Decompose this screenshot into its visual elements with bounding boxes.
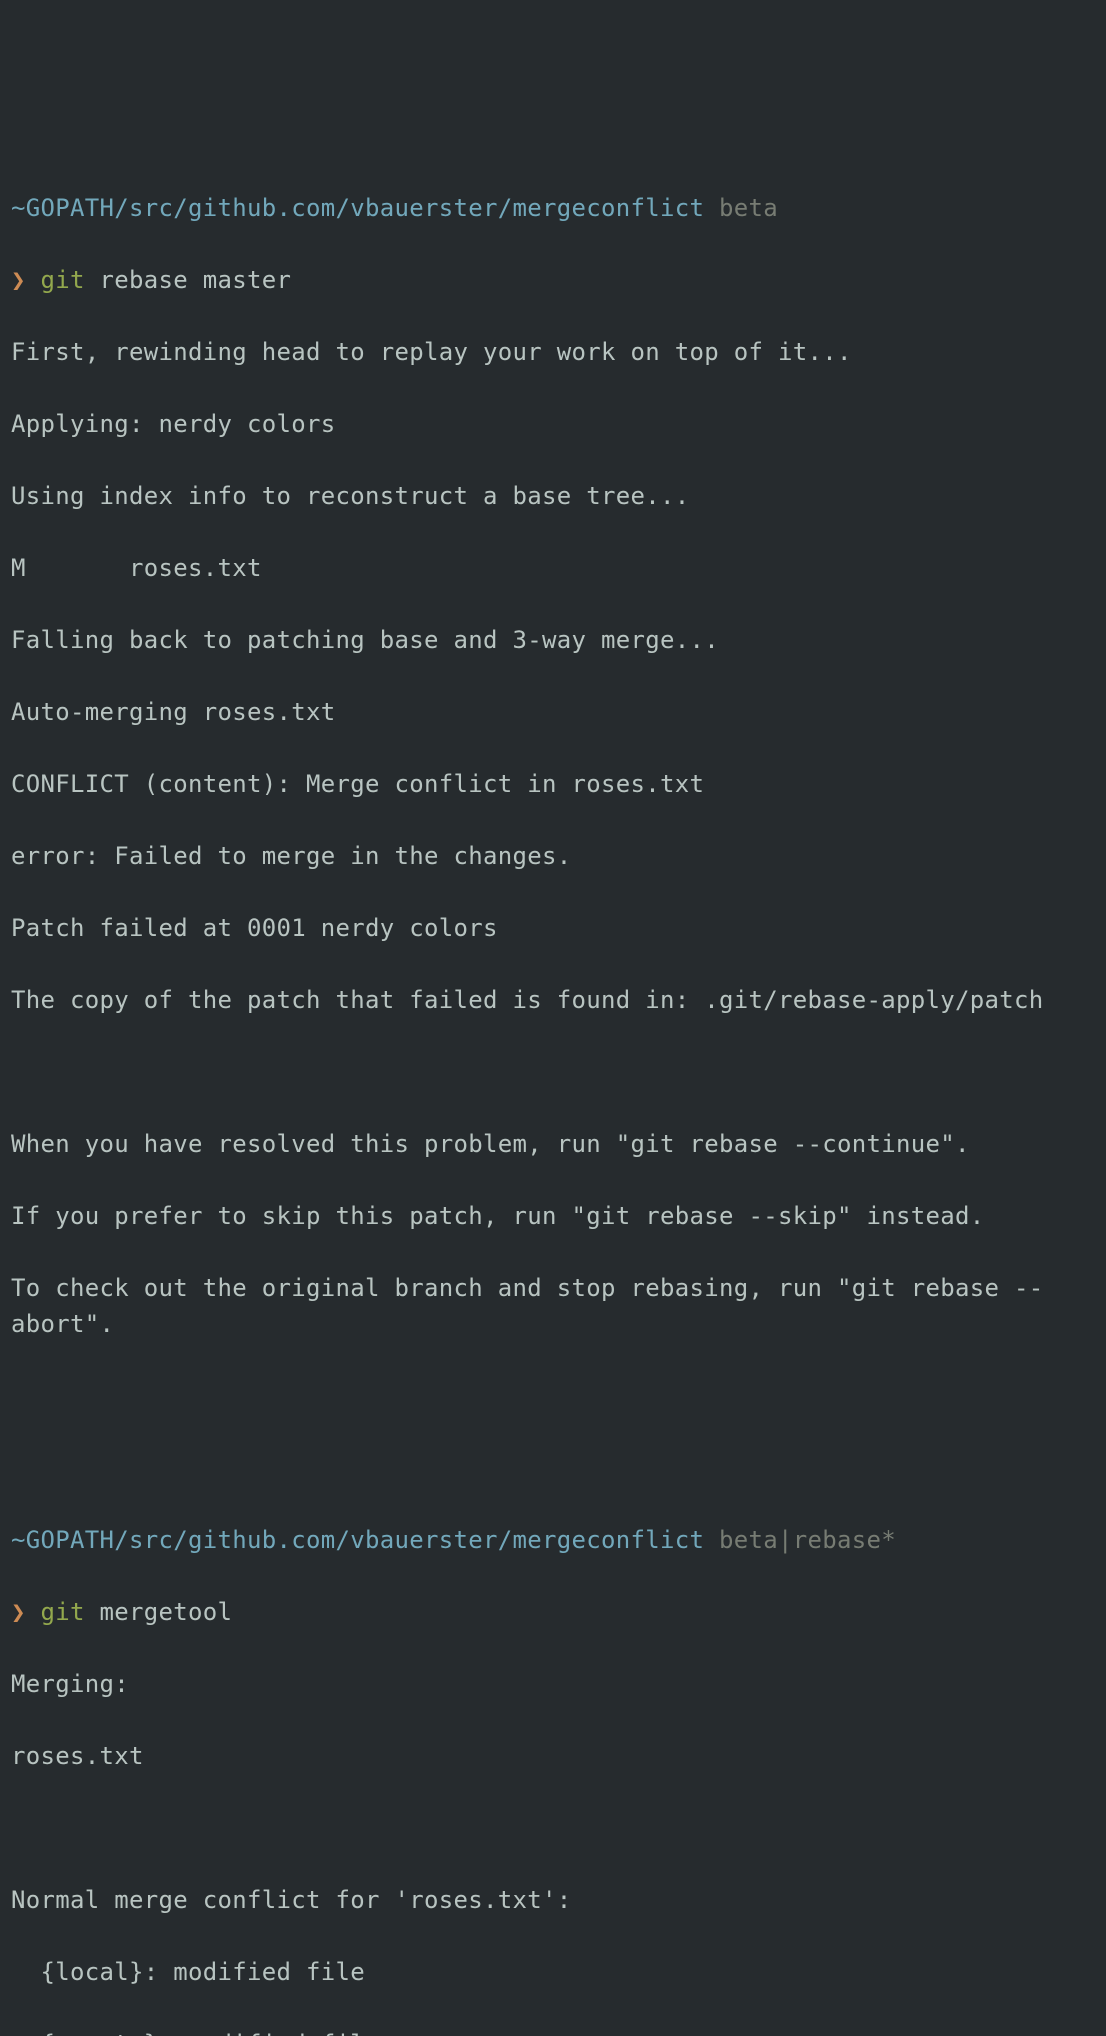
prompt-branch: beta [719, 194, 778, 222]
output-line: When you have resolved this problem, run… [11, 1126, 1095, 1162]
output-line [11, 1450, 1095, 1486]
output-line: Auto-merging roses.txt [11, 694, 1095, 730]
prompt-branch: beta|rebase* [719, 1526, 896, 1554]
prompt-chevron-icon: ❯ [11, 266, 26, 294]
prompt-line-1: ~GOPATH/src/github.com/vbauerster/mergec… [11, 190, 1095, 226]
prompt-path: ~GOPATH/src/github.com/vbauerster/mergec… [11, 194, 704, 222]
command-line-1: ❯ git rebase master [11, 262, 1095, 298]
output-line [11, 1054, 1095, 1090]
command-args: mergetool [100, 1598, 233, 1626]
output-line: Patch failed at 0001 nerdy colors [11, 910, 1095, 946]
output-line: CONFLICT (content): Merge conflict in ro… [11, 766, 1095, 802]
output-line: If you prefer to skip this patch, run "g… [11, 1198, 1095, 1234]
output-line: roses.txt [11, 1738, 1095, 1774]
output-line: {local}: modified file [11, 1954, 1095, 1990]
command-git: git [41, 1598, 85, 1626]
prompt-path: ~GOPATH/src/github.com/vbauerster/mergec… [11, 1526, 704, 1554]
output-line: Merging: [11, 1666, 1095, 1702]
output-line: Normal merge conflict for 'roses.txt': [11, 1882, 1095, 1918]
prompt-line-2: ~GOPATH/src/github.com/vbauerster/mergec… [11, 1522, 1095, 1558]
output-line: Applying: nerdy colors [11, 406, 1095, 442]
output-line [11, 1378, 1095, 1414]
output-line: error: Failed to merge in the changes. [11, 838, 1095, 874]
command-git: git [41, 266, 85, 294]
prompt-chevron-icon: ❯ [11, 1598, 26, 1626]
output-line: Falling back to patching base and 3-way … [11, 622, 1095, 658]
output-line [11, 1810, 1095, 1846]
output-line: The copy of the patch that failed is fou… [11, 982, 1095, 1018]
output-line: M roses.txt [11, 550, 1095, 586]
command-args: rebase master [100, 266, 292, 294]
output-line: Using index info to reconstruct a base t… [11, 478, 1095, 514]
command-line-2: ❯ git mergetool [11, 1594, 1095, 1630]
output-line: First, rewinding head to replay your wor… [11, 334, 1095, 370]
output-line: {remote}: modified file [11, 2026, 1095, 2036]
output-line: To check out the original branch and sto… [11, 1270, 1095, 1342]
terminal-window[interactable]: ~GOPATH/src/github.com/vbauerster/mergec… [11, 154, 1095, 2036]
